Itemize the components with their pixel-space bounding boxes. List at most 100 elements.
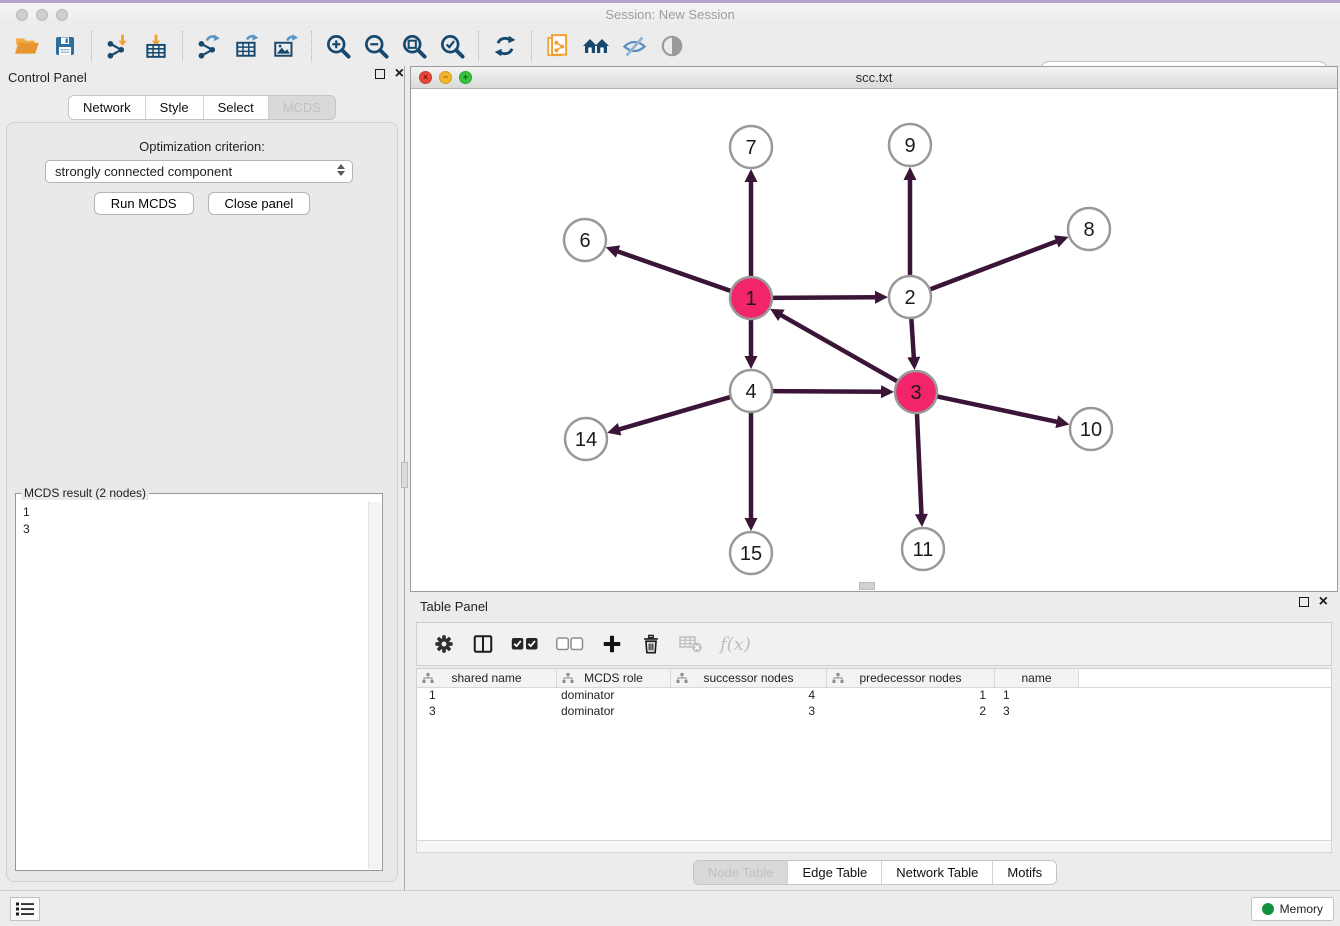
- float-panel-icon[interactable]: [375, 69, 385, 79]
- memory-status-icon: [1262, 903, 1274, 915]
- mcds-result-group: MCDS result (2 nodes) 1 3: [15, 493, 383, 871]
- zoom-in-icon[interactable]: [319, 30, 357, 62]
- graph-node-1[interactable]: 1: [730, 277, 772, 319]
- graph-node-8[interactable]: 8: [1068, 208, 1110, 250]
- graph-node-2[interactable]: 2: [889, 276, 931, 318]
- first-neighbors-icon[interactable]: [577, 30, 615, 62]
- unselect-all-columns-icon[interactable]: [556, 637, 584, 651]
- export-table-icon[interactable]: [228, 30, 266, 62]
- refresh-icon[interactable]: [486, 30, 524, 62]
- main-toolbar: [0, 28, 1340, 64]
- mcds-result-text[interactable]: 1 3: [17, 502, 367, 869]
- export-network-icon[interactable]: [190, 30, 228, 62]
- column-header-name[interactable]: name: [995, 669, 1079, 687]
- table-cell[interactable]: 2: [827, 704, 995, 720]
- zoom-selected-icon[interactable]: [433, 30, 471, 62]
- zoom-out-icon[interactable]: [357, 30, 395, 62]
- add-column-icon[interactable]: [601, 633, 623, 655]
- edge-1-6[interactable]: [606, 245, 733, 291]
- tab-style[interactable]: Style: [146, 96, 204, 119]
- column-header-predecessor-nodes[interactable]: predecessor nodes: [827, 669, 995, 687]
- delete-table-icon[interactable]: [679, 634, 703, 654]
- svg-text:10: 10: [1080, 419, 1102, 441]
- edge-4-15[interactable]: [745, 410, 758, 531]
- table-tab-network-table[interactable]: Network Table: [882, 861, 993, 884]
- function-builder-icon[interactable]: f(x): [720, 634, 751, 655]
- hide-selected-icon[interactable]: [615, 30, 653, 62]
- table-cell[interactable]: dominator: [557, 704, 671, 720]
- panel-splitter[interactable]: [401, 66, 408, 890]
- graph-node-11[interactable]: 11: [902, 528, 944, 570]
- edge-4-14[interactable]: [607, 396, 733, 435]
- task-history-button[interactable]: [10, 897, 40, 921]
- network-canvas[interactable]: 7 9 6 8 1 2 4 3 14 10 15 11: [411, 89, 1337, 591]
- import-network-icon[interactable]: [99, 30, 137, 62]
- table-cell[interactable]: 4: [671, 688, 827, 704]
- svg-text:9: 9: [904, 135, 915, 157]
- status-bar: Memory: [0, 890, 1340, 926]
- table-row[interactable]: 1dominator411: [417, 688, 1331, 704]
- graph-node-14[interactable]: 14: [565, 418, 607, 460]
- table-tab-motifs[interactable]: Motifs: [993, 861, 1056, 884]
- result-scrollbar[interactable]: [368, 502, 381, 869]
- graph-node-10[interactable]: 10: [1070, 408, 1112, 450]
- export-image-icon[interactable]: [266, 30, 304, 62]
- delete-column-icon[interactable]: [640, 633, 662, 655]
- select-all-columns-icon[interactable]: [511, 637, 539, 651]
- graph-node-4[interactable]: 4: [730, 370, 772, 412]
- edge-3-11[interactable]: [915, 411, 928, 527]
- tab-network[interactable]: Network: [69, 96, 146, 119]
- edge-1-2[interactable]: [770, 291, 888, 304]
- table-tab-edge-table[interactable]: Edge Table: [788, 861, 882, 884]
- toolbar-separator: [311, 31, 312, 61]
- table-toolbar: f(x): [416, 622, 1332, 666]
- edge-3-10[interactable]: [935, 396, 1070, 428]
- close-panel-button[interactable]: Close panel: [208, 192, 311, 215]
- table-row[interactable]: 3dominator323: [417, 704, 1331, 720]
- network-splitter-grip[interactable]: [859, 582, 875, 590]
- table-cell[interactable]: 1: [827, 688, 995, 704]
- column-header-mcds-role[interactable]: MCDS role: [557, 669, 671, 687]
- zoom-fit-icon[interactable]: [395, 30, 433, 62]
- graph-node-9[interactable]: 9: [889, 124, 931, 166]
- application-window: Session: New Session: [0, 0, 1340, 926]
- tab-select[interactable]: Select: [204, 96, 269, 119]
- float-table-panel-icon[interactable]: [1299, 597, 1309, 607]
- open-session-icon[interactable]: [8, 30, 46, 62]
- edge-1-4[interactable]: [745, 317, 758, 369]
- edge-4-3[interactable]: [770, 385, 894, 398]
- edge-1-7[interactable]: [745, 169, 758, 279]
- graph-node-15[interactable]: 15: [730, 532, 772, 574]
- svg-text:1: 1: [745, 288, 756, 310]
- table-cell[interactable]: dominator: [557, 688, 671, 704]
- table-cell[interactable]: 3: [995, 704, 1079, 720]
- table-cell[interactable]: 1: [995, 688, 1079, 704]
- show-all-icon[interactable]: [653, 30, 691, 62]
- svg-text:6: 6: [579, 230, 590, 252]
- graph-node-7[interactable]: 7: [730, 126, 772, 168]
- edge-3-1[interactable]: [770, 309, 899, 383]
- edge-2-9[interactable]: [904, 167, 917, 278]
- import-table-icon[interactable]: [137, 30, 175, 62]
- run-mcds-button[interactable]: Run MCDS: [94, 192, 194, 215]
- table-cell[interactable]: 1: [417, 688, 557, 704]
- column-header-successor-nodes[interactable]: successor nodes: [671, 669, 827, 687]
- graph-node-6[interactable]: 6: [564, 219, 606, 261]
- optimization-criterion-dropdown[interactable]: strongly connected component: [45, 160, 353, 183]
- table-settings-icon[interactable]: [433, 633, 455, 655]
- table-tab-node-table[interactable]: Node Table: [694, 861, 789, 884]
- show-columns-icon[interactable]: [472, 633, 494, 655]
- edge-2-8[interactable]: [928, 235, 1069, 290]
- memory-button[interactable]: Memory: [1251, 897, 1334, 921]
- close-table-panel-icon[interactable]: ×: [1319, 597, 1328, 607]
- column-header-shared-name[interactable]: shared name: [417, 669, 557, 687]
- new-network-from-selection-icon[interactable]: [539, 30, 577, 62]
- graph-node-3[interactable]: 3: [895, 371, 937, 413]
- table-cell[interactable]: 3: [671, 704, 827, 720]
- save-session-icon[interactable]: [46, 30, 84, 62]
- edge-2-3[interactable]: [907, 316, 920, 370]
- splitter-grip[interactable]: [401, 462, 408, 488]
- table-cell[interactable]: 3: [417, 704, 557, 720]
- tab-mcds[interactable]: MCDS: [269, 96, 335, 119]
- table-hscrollbar[interactable]: [416, 840, 1332, 853]
